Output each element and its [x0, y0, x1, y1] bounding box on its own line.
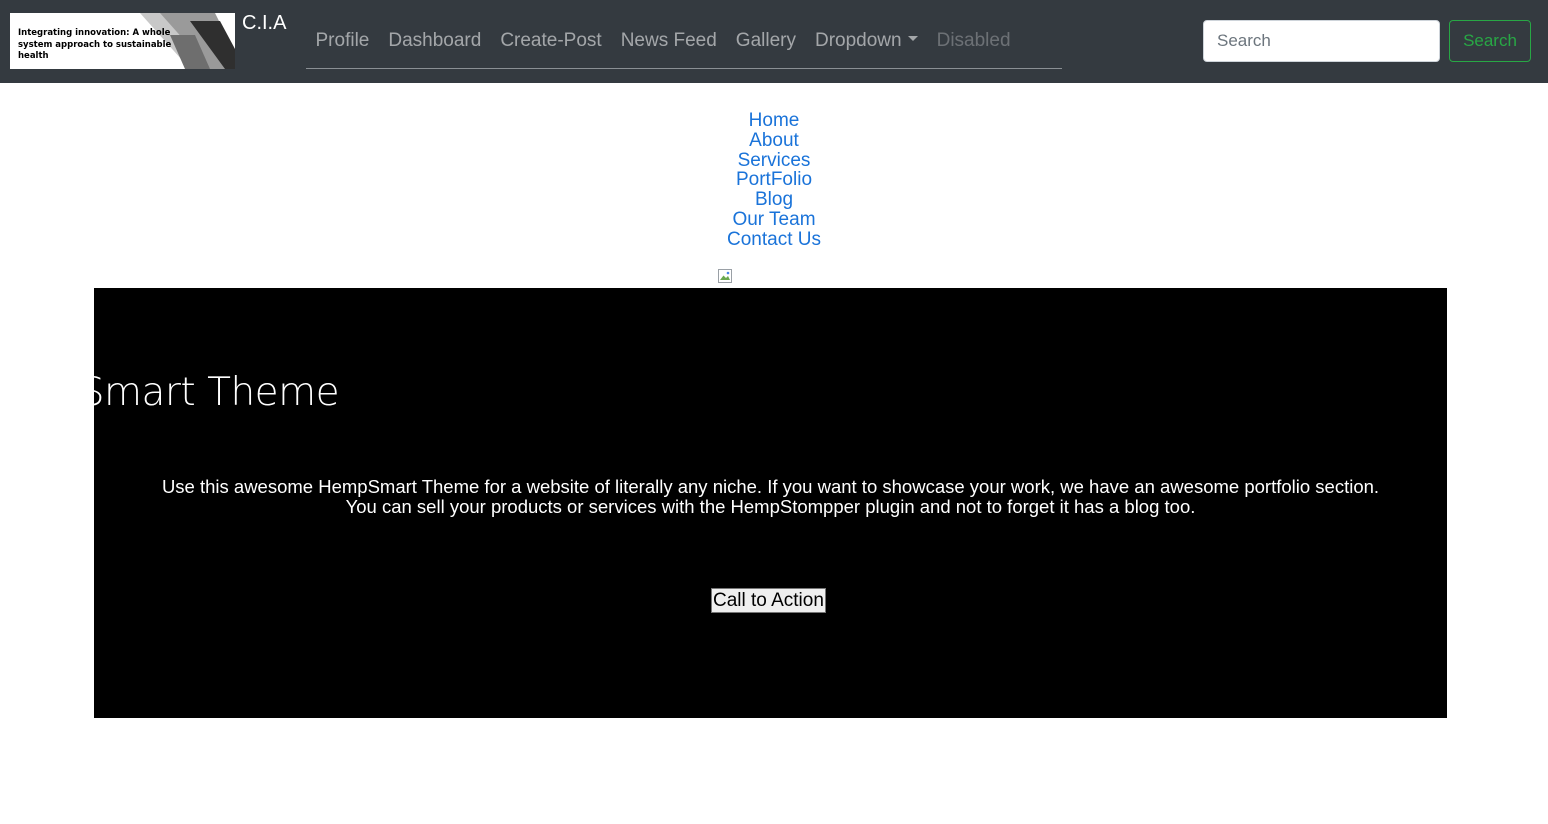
menu-item-portfolio[interactable]: PortFolio — [736, 170, 812, 190]
menu-item-our-team[interactable]: Our Team — [732, 210, 815, 230]
search-button[interactable]: Search — [1449, 20, 1531, 62]
main-nav: Profile Dashboard Create-Post News Feed … — [306, 14, 1062, 69]
menu-item-blog[interactable]: Blog — [755, 190, 793, 210]
brand-name[interactable]: C.I.A — [242, 12, 286, 35]
top-navbar: Integrating innovation: A whole system a… — [0, 0, 1548, 83]
hero-description: Use this awesome HempSmart Theme for a w… — [161, 476, 1380, 517]
nav-link-news-feed[interactable]: News Feed — [611, 30, 726, 52]
menu-item-about[interactable]: About — [749, 130, 799, 151]
menu-item-contact-us[interactable]: Contact Us — [727, 229, 821, 250]
logo-text: Integrating innovation: A whole system a… — [18, 28, 172, 61]
site-logo[interactable]: Integrating innovation: A whole system a… — [10, 13, 235, 69]
secondary-menu: Home About Services PortFolio Blog Our T… — [0, 111, 1548, 250]
caret-down-icon — [907, 36, 918, 42]
nav-link-dashboard[interactable]: Dashboard — [379, 30, 491, 52]
nav-dropdown-toggle[interactable]: Dropdown — [805, 30, 927, 52]
nav-link-gallery[interactable]: Gallery — [726, 30, 805, 52]
call-to-action-button[interactable]: Call to Action — [711, 588, 826, 613]
hero-title: mpSmart Theme — [94, 370, 340, 415]
menu-item-home[interactable]: Home — [749, 111, 800, 131]
nav-link-create-post[interactable]: Create-Post — [491, 30, 611, 52]
nav-link-profile[interactable]: Profile — [306, 30, 379, 52]
search-input[interactable] — [1203, 20, 1440, 62]
menu-item-services[interactable]: Services — [738, 150, 811, 171]
broken-image-icon — [718, 269, 732, 283]
nav-dropdown-label: Dropdown — [814, 30, 902, 51]
hero-section: mpSmart Theme Use this awesome HempSmart… — [94, 288, 1447, 718]
nav-link-disabled: Disabled — [936, 30, 1011, 51]
